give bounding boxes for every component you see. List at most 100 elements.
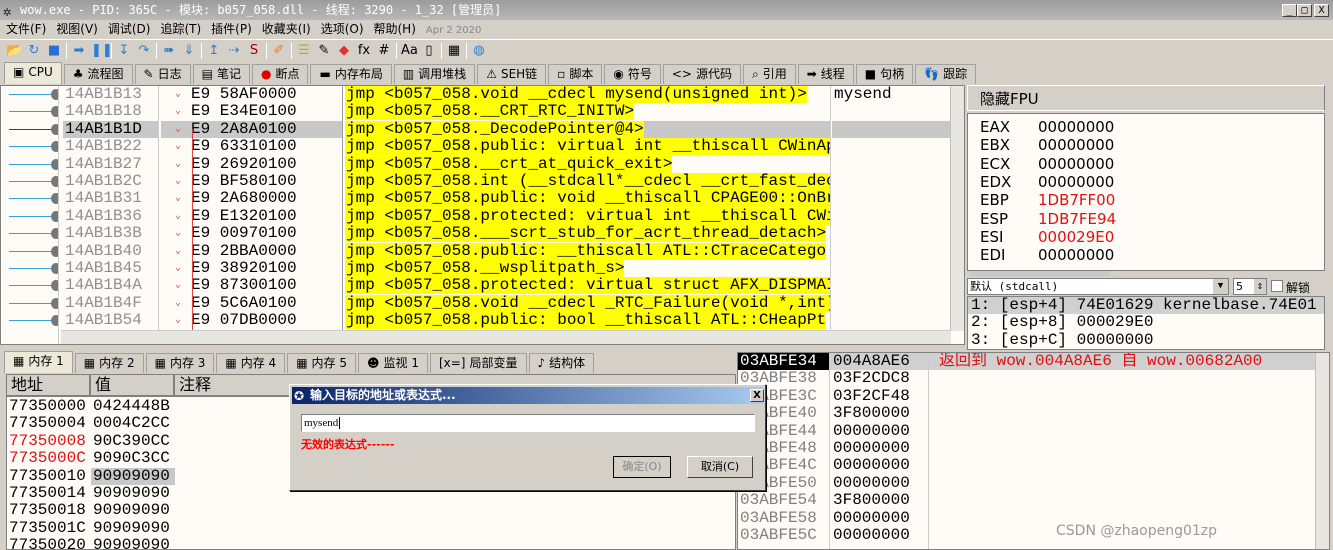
menu-item-7[interactable]: 帮助(H) [374, 22, 416, 36]
dump-tab-6[interactable]: [x=] 局部变量 [429, 353, 527, 373]
instruction-address[interactable]: 14AB1B18 [63, 103, 158, 120]
instruction-row[interactable]: jmp <b057_058.___scrt_stub_for_acrt_thre… [345, 225, 830, 243]
instruction-address[interactable]: 14AB1B4F [63, 295, 158, 312]
register-horizontal-scrollbar[interactable] [970, 271, 1110, 276]
stack-row[interactable]: 03ABFE40 3F800000 [738, 405, 1316, 422]
instruction-address[interactable]: 14AB1B3B [63, 225, 158, 242]
dump-row[interactable]: 77350004 0004C2CC [7, 415, 175, 432]
register-value[interactable]: 00000000 [1038, 246, 1114, 264]
dump-row[interactable]: 77350018 90909090 [7, 502, 175, 519]
trace-over-icon[interactable]: ⇓ [181, 43, 197, 59]
tab-2[interactable]: ✎ 日志 [134, 64, 191, 84]
instruction-row[interactable]: jmp <b057_058.void __cdecl _RTC_Failure(… [345, 294, 830, 312]
dump-tab-1[interactable]: ▦ 内存 2 [74, 353, 144, 373]
unlock-checkbox[interactable] [1271, 280, 1283, 292]
register-esp[interactable]: ESP 1DB7FE94 [980, 210, 1116, 228]
execute-till-return-icon[interactable]: ↥ [206, 43, 222, 59]
instruction-address[interactable]: 14AB1B1D [63, 120, 158, 139]
restart-icon[interactable]: ↻ [26, 43, 42, 59]
menu-item-2[interactable]: 调试(D) [108, 22, 151, 36]
open-icon[interactable]: 📂 [6, 43, 22, 59]
register-ebx[interactable]: EBX 00000000 [980, 136, 1114, 154]
stack-row[interactable]: 03ABFE48 00000000 [738, 440, 1316, 457]
stack-argument[interactable]: 1: [esp+4] 74E01629 kernelbase.74E01 [968, 297, 1324, 315]
register-value[interactable]: 000029E0 [1038, 228, 1114, 246]
dump-tab-5[interactable]: ☻ 监视 1 [357, 353, 428, 373]
stack-row[interactable]: 03ABFE4C 00000000 [738, 457, 1316, 474]
tab-12[interactable]: ➡ 线程 [797, 64, 854, 84]
stack-view[interactable]: 03ABFE34 004A8AE6 返回到 wow.004A8AE6 自 wow.0… [737, 352, 1330, 550]
register-edi[interactable]: EDI 00000000 [980, 246, 1114, 264]
dump-tab-2[interactable]: ▦ 内存 3 [145, 353, 215, 373]
instruction-address[interactable]: 14AB1B54 [63, 312, 158, 329]
calculator-icon[interactable]: ▦ [446, 43, 462, 59]
run-icon[interactable]: ➡ [71, 43, 87, 59]
close-button[interactable]: X [1314, 4, 1329, 17]
instruction-row[interactable]: jmp <b057_058.protected: virtual int __t… [345, 207, 830, 225]
tab-13[interactable]: ■ 句柄 [855, 64, 914, 84]
menu-item-0[interactable]: 文件(F) [6, 22, 46, 36]
tab-8[interactable]: ▫ 脚本 [548, 64, 603, 84]
instruction-address[interactable]: 14AB1B27 [63, 156, 158, 173]
instruction-address[interactable]: 14AB1B45 [63, 260, 158, 277]
register-value[interactable]: 00000000 [1038, 155, 1114, 173]
dump-row[interactable]: 7735001C 90909090 [7, 520, 175, 537]
register-ecx[interactable]: ECX 00000000 [980, 155, 1114, 173]
run-to-user-code-icon[interactable]: ⇢ [226, 43, 242, 59]
menu-item-5[interactable]: 收藏夹(I) [262, 22, 311, 36]
stack-row[interactable]: 03ABFE50 00000000 [738, 475, 1316, 492]
tab-1[interactable]: ♣ 流程图 [63, 64, 133, 84]
register-value[interactable]: 00000000 [1038, 118, 1114, 136]
register-value[interactable]: 1DB7FE94 [1038, 210, 1116, 228]
stack-row[interactable]: 03ABFE38 03F2CDC8 [738, 370, 1316, 387]
stack-argument[interactable]: 2: [esp+8] 000029E0 [968, 314, 1324, 331]
instruction-row[interactable]: jmp <b057_058.protected: virtual struct … [345, 277, 830, 295]
tab-10[interactable]: <> 源代码 [662, 64, 741, 84]
instruction-row[interactable]: jmp <b057_058.__CRT_RTC_INITW> [345, 103, 830, 121]
register-esi[interactable]: ESI 000029E0 [980, 228, 1114, 246]
instruction-row[interactable]: jmp <b057_058.public: void __thiscall CP… [345, 190, 830, 208]
menu-item-6[interactable]: 选项(O) [321, 22, 364, 36]
font-icon[interactable]: Aa [401, 43, 418, 59]
dump-tab-4[interactable]: ▦ 内存 5 [287, 353, 356, 373]
stack-row[interactable]: 03ABFE34 004A8AE6 返回到 wow.004A8AE6 自 wow.0… [738, 353, 1316, 371]
dump-row[interactable]: 77350010 90909090 [7, 467, 175, 485]
menu-item-4[interactable]: 插件(P) [211, 22, 252, 36]
stack-vertical-scrollbar[interactable] [1315, 353, 1329, 549]
tab-6[interactable]: ▥ 调用堆栈 [393, 64, 476, 84]
dump-row[interactable]: 77350014 90909090 [7, 485, 175, 502]
dump-row[interactable]: 7735000C 9090C3CC [7, 450, 175, 467]
pause-icon[interactable]: ❚❚ [91, 43, 113, 59]
stack-row[interactable]: 03ABFE54 3F800000 [738, 492, 1316, 509]
tab-4[interactable]: ● 断点 [251, 64, 309, 84]
menu-item-3[interactable]: 追踪(T) [160, 22, 201, 36]
dump-row[interactable]: 77350008 90C390CC [7, 433, 175, 450]
hide-fpu-button[interactable]: 隐藏FPU [967, 85, 1325, 111]
instruction-address[interactable]: 14AB1B13 [63, 86, 158, 103]
register-edx[interactable]: EDX 00000000 [980, 173, 1114, 191]
column-value[interactable]: 值 [91, 375, 175, 397]
instruction-row[interactable]: jmp <b057_058.public: virtual int __this… [345, 138, 830, 156]
register-eax[interactable]: EAX 00000000 [980, 118, 1114, 136]
dialog-close-button[interactable]: X [750, 389, 764, 402]
dump-tab-7[interactable]: ♪ 结构体 [528, 353, 595, 373]
patch-icon[interactable]: ✐ [271, 43, 287, 59]
scylla-icon[interactable]: S [246, 43, 262, 59]
instruction-address[interactable]: 14AB1B2C [63, 173, 158, 190]
instruction-address[interactable]: 14AB1B31 [63, 190, 158, 207]
device-icon[interactable]: ▯ [421, 43, 437, 59]
disassembly-view[interactable]: 14AB1B13 14AB1B18 14AB1B1D 14AB1B22 14AB1B27… [0, 85, 965, 345]
tab-0[interactable]: ▣ CPU [4, 62, 62, 84]
trace-into-icon[interactable]: ➠ [161, 43, 177, 59]
hash-icon[interactable]: # [376, 43, 392, 59]
dump-tab-3[interactable]: ▦ 内存 4 [216, 353, 286, 373]
instruction-row[interactable]: jmp <b057_058.public: bool __thiscall AT… [345, 312, 830, 330]
stop-icon[interactable]: ■ [46, 43, 62, 59]
bookmark-icon[interactable]: ◆ [336, 43, 352, 59]
instruction-row[interactable]: jmp <b057_058.__crt_at_quick_exit> [345, 155, 830, 173]
stack-row[interactable]: 03ABFE58 00000000 [738, 510, 1316, 527]
instruction-row[interactable]: jmp <b057_058.int (__stdcall*__cdecl __c… [345, 173, 830, 190]
label-icon[interactable]: ✎ [316, 43, 332, 59]
stack-row[interactable]: 03ABFE5C 00000000 [738, 527, 1316, 544]
dump-row[interactable]: 77350020 90909090 [7, 537, 175, 549]
